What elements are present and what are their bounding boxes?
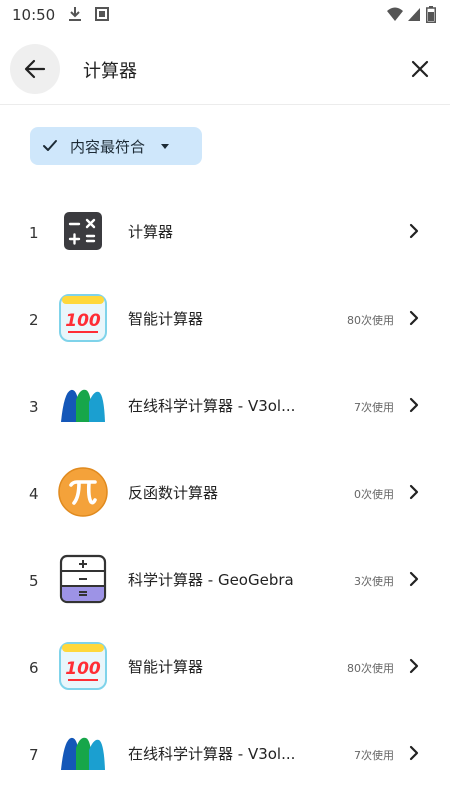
row-rank: 6 <box>29 659 39 677</box>
chevron-right-icon <box>409 658 419 674</box>
back-button[interactable] <box>10 44 60 94</box>
geogebra-calculator-icon <box>59 554 107 604</box>
row-name: 反函数计算器 <box>128 484 219 502</box>
search-query[interactable]: 计算器 <box>83 57 137 83</box>
chevron-right-icon <box>409 310 419 326</box>
close-icon <box>411 60 429 78</box>
calculator-grid-icon <box>64 212 102 250</box>
row-rank: 5 <box>29 572 39 590</box>
sort-filter-chip[interactable]: 内容最符合 <box>30 127 202 165</box>
caret-down-icon <box>159 140 171 152</box>
wifi-icon <box>387 7 403 21</box>
download-icon <box>69 7 81 21</box>
svg-text:100: 100 <box>65 659 101 679</box>
notification-icon <box>95 7 109 21</box>
row-rank: 7 <box>29 746 39 764</box>
result-row[interactable]: 1 计算器 <box>0 189 450 275</box>
chevron-right-icon <box>409 484 419 500</box>
row-rank: 3 <box>29 398 39 416</box>
search-bar: 计算器 <box>0 30 450 105</box>
signal-icon <box>408 8 420 21</box>
row-usage: 3次使用 <box>354 575 394 588</box>
emoji-100-icon: 100 <box>59 294 107 342</box>
clear-search-button[interactable] <box>403 52 437 86</box>
m-logo-icon <box>61 737 105 770</box>
emoji-100-icon: 100 <box>59 642 107 690</box>
row-usage: 80次使用 <box>347 662 394 675</box>
row-name: 计算器 <box>128 223 174 241</box>
row-name: 在线科学计算器 - V3ol... <box>128 745 296 763</box>
result-row[interactable]: 6 100 智能计算器 80次使用 <box>0 624 450 710</box>
result-row[interactable]: 7 在线科学计算器 - V3ol... 7次使用 <box>0 711 450 797</box>
row-usage: 7次使用 <box>354 401 394 414</box>
check-icon <box>42 138 58 154</box>
row-name: 智能计算器 <box>128 310 204 328</box>
result-row[interactable]: 3 在线科学计算器 - V3ol... 7次使用 <box>0 363 450 449</box>
arrow-left-icon <box>24 59 46 79</box>
row-name: 智能计算器 <box>128 658 204 676</box>
row-rank: 4 <box>29 485 39 503</box>
battery-icon <box>426 6 436 23</box>
status-time: 10:50 <box>12 6 56 24</box>
row-rank: 2 <box>29 311 39 329</box>
row-name: 科学计算器 - GeoGebra <box>128 571 294 589</box>
svg-text:100: 100 <box>65 311 101 331</box>
chevron-right-icon <box>409 223 419 239</box>
row-rank: 1 <box>29 224 39 242</box>
row-usage: 80次使用 <box>347 314 394 327</box>
row-name: 在线科学计算器 - V3ol... <box>128 397 296 415</box>
chevron-right-icon <box>409 571 419 587</box>
chevron-right-icon <box>409 397 419 413</box>
pi-icon <box>58 467 108 517</box>
sort-filter-label: 内容最符合 <box>70 137 146 156</box>
result-row[interactable]: 2 100 智能计算器 80次使用 <box>0 276 450 362</box>
chevron-right-icon <box>409 745 419 761</box>
row-usage: 0次使用 <box>354 488 394 501</box>
status-bar: 10:50 <box>0 0 450 30</box>
m-logo-icon <box>61 389 105 422</box>
result-row[interactable]: 4 反函数计算器 0次使用 <box>0 450 450 536</box>
row-usage: 7次使用 <box>354 749 394 762</box>
result-row[interactable]: 5 科学计算器 - GeoGebra 3次使用 <box>0 537 450 623</box>
